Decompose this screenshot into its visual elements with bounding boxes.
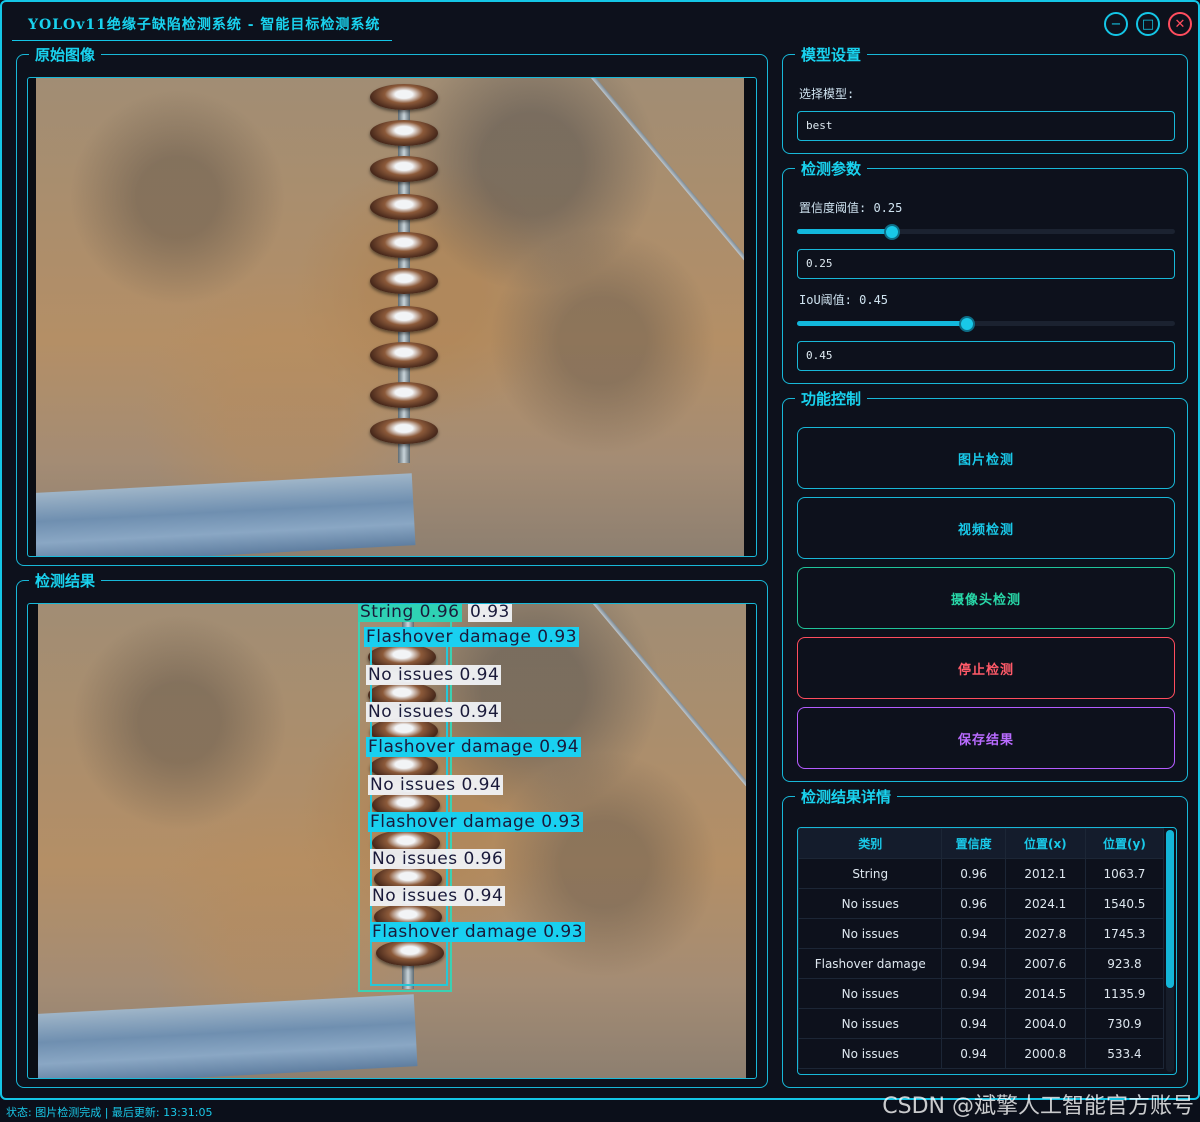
select-model-label: 选择模型:	[799, 87, 855, 101]
cell-confidence: 0.94	[941, 1038, 1006, 1069]
confidence-slider[interactable]	[797, 224, 1175, 240]
column-header-y[interactable]: 位置(y)	[1084, 828, 1165, 859]
table-scrollbar-handle[interactable]	[1166, 830, 1174, 988]
video-detect-button[interactable]: 视频检测	[797, 497, 1175, 559]
details-group: 检测结果详情 类别 置信度 位置(x) 位置(y) String 0.96 20…	[782, 786, 1188, 1088]
cell-class: No issues	[798, 1038, 943, 1069]
confidence-slider-handle[interactable]	[883, 224, 900, 240]
cell-x: 2012.1	[1004, 858, 1086, 889]
table-row[interactable]: No issues 0.94 2000.8 533.4	[798, 1038, 1165, 1069]
cell-y: 1063.7	[1084, 858, 1165, 889]
image-detect-button[interactable]: 图片检测	[797, 427, 1175, 489]
minimize-button[interactable]: −	[1104, 12, 1128, 36]
maximize-icon: □	[1141, 16, 1155, 32]
cell-y: 1745.3	[1084, 918, 1165, 949]
status-text: 状态: 图片检测完成 | 最后更新: 13:31:05	[6, 1106, 213, 1119]
watermark: CSDN @斌擎人工智能官方账号	[882, 1094, 1194, 1119]
minimize-icon: −	[1110, 16, 1122, 32]
detection-label: No issues 0.94	[368, 775, 504, 795]
table-row[interactable]: No issues 0.94 2004.0 730.9	[798, 1008, 1165, 1039]
model-select[interactable]: best	[797, 111, 1175, 141]
controls-group: 功能控制 图片检测 视频检测 摄像头检测 停止检测 保存结果	[782, 388, 1188, 782]
model-settings-group: 模型设置 选择模型: best	[782, 44, 1188, 154]
cell-x: 2027.8	[1004, 918, 1086, 949]
result-image-title: 检测结果	[29, 570, 102, 591]
detection-label: No issues 0.94	[366, 665, 502, 685]
cell-class: No issues	[798, 918, 943, 949]
app-window: YOLOv11绝缘子缺陷检测系统 - 智能目标检测系统 − □ ✕ 原始图像 检…	[0, 0, 1200, 1100]
cell-x: 2007.6	[1004, 948, 1086, 979]
cell-class: No issues	[798, 1008, 943, 1039]
cell-class: No issues	[798, 978, 943, 1009]
detection-label: Flashover damage 0.93	[368, 812, 584, 832]
table-row[interactable]: No issues 0.94 2014.5 1135.9	[798, 978, 1165, 1009]
close-button[interactable]: ✕	[1168, 12, 1192, 36]
details-table[interactable]: 类别 置信度 位置(x) 位置(y) String 0.96 2012.1 10…	[797, 827, 1177, 1075]
camera-detect-button[interactable]: 摄像头检测	[797, 567, 1175, 629]
detection-params-title: 检测参数	[795, 158, 868, 179]
cell-x: 2014.5	[1004, 978, 1086, 1009]
details-title: 检测结果详情	[795, 786, 898, 807]
cell-x: 2000.8	[1004, 1038, 1086, 1069]
model-settings-title: 模型设置	[795, 44, 868, 65]
column-header-x[interactable]: 位置(x)	[1004, 828, 1086, 859]
cell-x: 2024.1	[1004, 888, 1086, 919]
table-header-row: 类别 置信度 位置(x) 位置(y)	[798, 828, 1165, 859]
save-results-button[interactable]: 保存结果	[797, 707, 1175, 769]
close-icon: ✕	[1174, 16, 1186, 32]
cell-confidence: 0.94	[941, 978, 1006, 1009]
table-scrollbar[interactable]	[1166, 830, 1174, 1072]
iou-slider-handle[interactable]	[959, 316, 976, 332]
detection-label: Flashover damage 0.94	[366, 737, 582, 757]
stop-detect-button[interactable]: 停止检测	[797, 637, 1175, 699]
cell-confidence: 0.94	[941, 1008, 1006, 1039]
cell-x: 2004.0	[1004, 1008, 1086, 1039]
cell-class: No issues	[798, 888, 943, 919]
iou-slider-fill	[797, 321, 968, 326]
cell-confidence: 0.94	[941, 918, 1006, 949]
column-header-class[interactable]: 类别	[798, 828, 943, 859]
original-image-group: 原始图像	[16, 44, 768, 566]
detection-params-group: 检测参数 置信度阈值: 0.25 0.25 IoU阈值: 0.45 0.45	[782, 158, 1188, 384]
original-image	[27, 77, 757, 557]
cell-y: 533.4	[1084, 1038, 1165, 1069]
detection-label: Flashover damage 0.93	[364, 627, 580, 647]
cell-y: 923.8	[1084, 948, 1165, 979]
table-row[interactable]: String 0.96 2012.1 1063.7	[798, 858, 1165, 889]
table-row[interactable]: Flashover damage 0.94 2007.6 923.8	[798, 948, 1165, 979]
title-underline	[12, 40, 392, 41]
detection-label: No issues 0.96	[370, 849, 506, 869]
result-image: String 0.96 0.93 Flashover damage 0.93 N…	[27, 603, 757, 1079]
cell-confidence: 0.96	[941, 888, 1006, 919]
original-image-title: 原始图像	[29, 44, 102, 65]
detection-label: Flashover damage 0.93	[370, 922, 586, 942]
confidence-label: 置信度阈值: 0.25	[799, 201, 903, 215]
detection-label: 0.93	[468, 604, 512, 622]
column-header-confidence[interactable]: 置信度	[941, 828, 1006, 859]
maximize-button[interactable]: □	[1136, 12, 1160, 36]
cell-confidence: 0.94	[941, 948, 1006, 979]
iou-slider[interactable]	[797, 316, 1175, 332]
result-image-group: 检测结果 String 0.96 0.93 Flashover damage 0…	[16, 570, 768, 1088]
confidence-slider-fill	[797, 229, 892, 234]
iou-label: IoU阈值: 0.45	[799, 293, 889, 307]
cell-class: Flashover damage	[798, 948, 943, 979]
detection-label: No issues 0.94	[366, 702, 502, 722]
table-row[interactable]: No issues 0.94 2027.8 1745.3	[798, 918, 1165, 949]
controls-title: 功能控制	[795, 388, 868, 409]
cell-y: 730.9	[1084, 1008, 1165, 1039]
cell-y: 1540.5	[1084, 888, 1165, 919]
window-title: YOLOv11绝缘子缺陷检测系统 - 智能目标检测系统	[28, 17, 381, 33]
table-row[interactable]: No issues 0.96 2024.1 1540.5	[798, 888, 1165, 919]
detection-label: String 0.96	[358, 604, 462, 622]
confidence-input[interactable]: 0.25	[797, 249, 1175, 279]
cell-confidence: 0.96	[941, 858, 1006, 889]
detection-label: No issues 0.94	[370, 886, 506, 906]
cell-class: String	[798, 858, 943, 889]
title-bar[interactable]: YOLOv11绝缘子缺陷检测系统 - 智能目标检测系统 − □ ✕	[2, 2, 1198, 44]
cell-y: 1135.9	[1084, 978, 1165, 1009]
iou-input[interactable]: 0.45	[797, 341, 1175, 371]
